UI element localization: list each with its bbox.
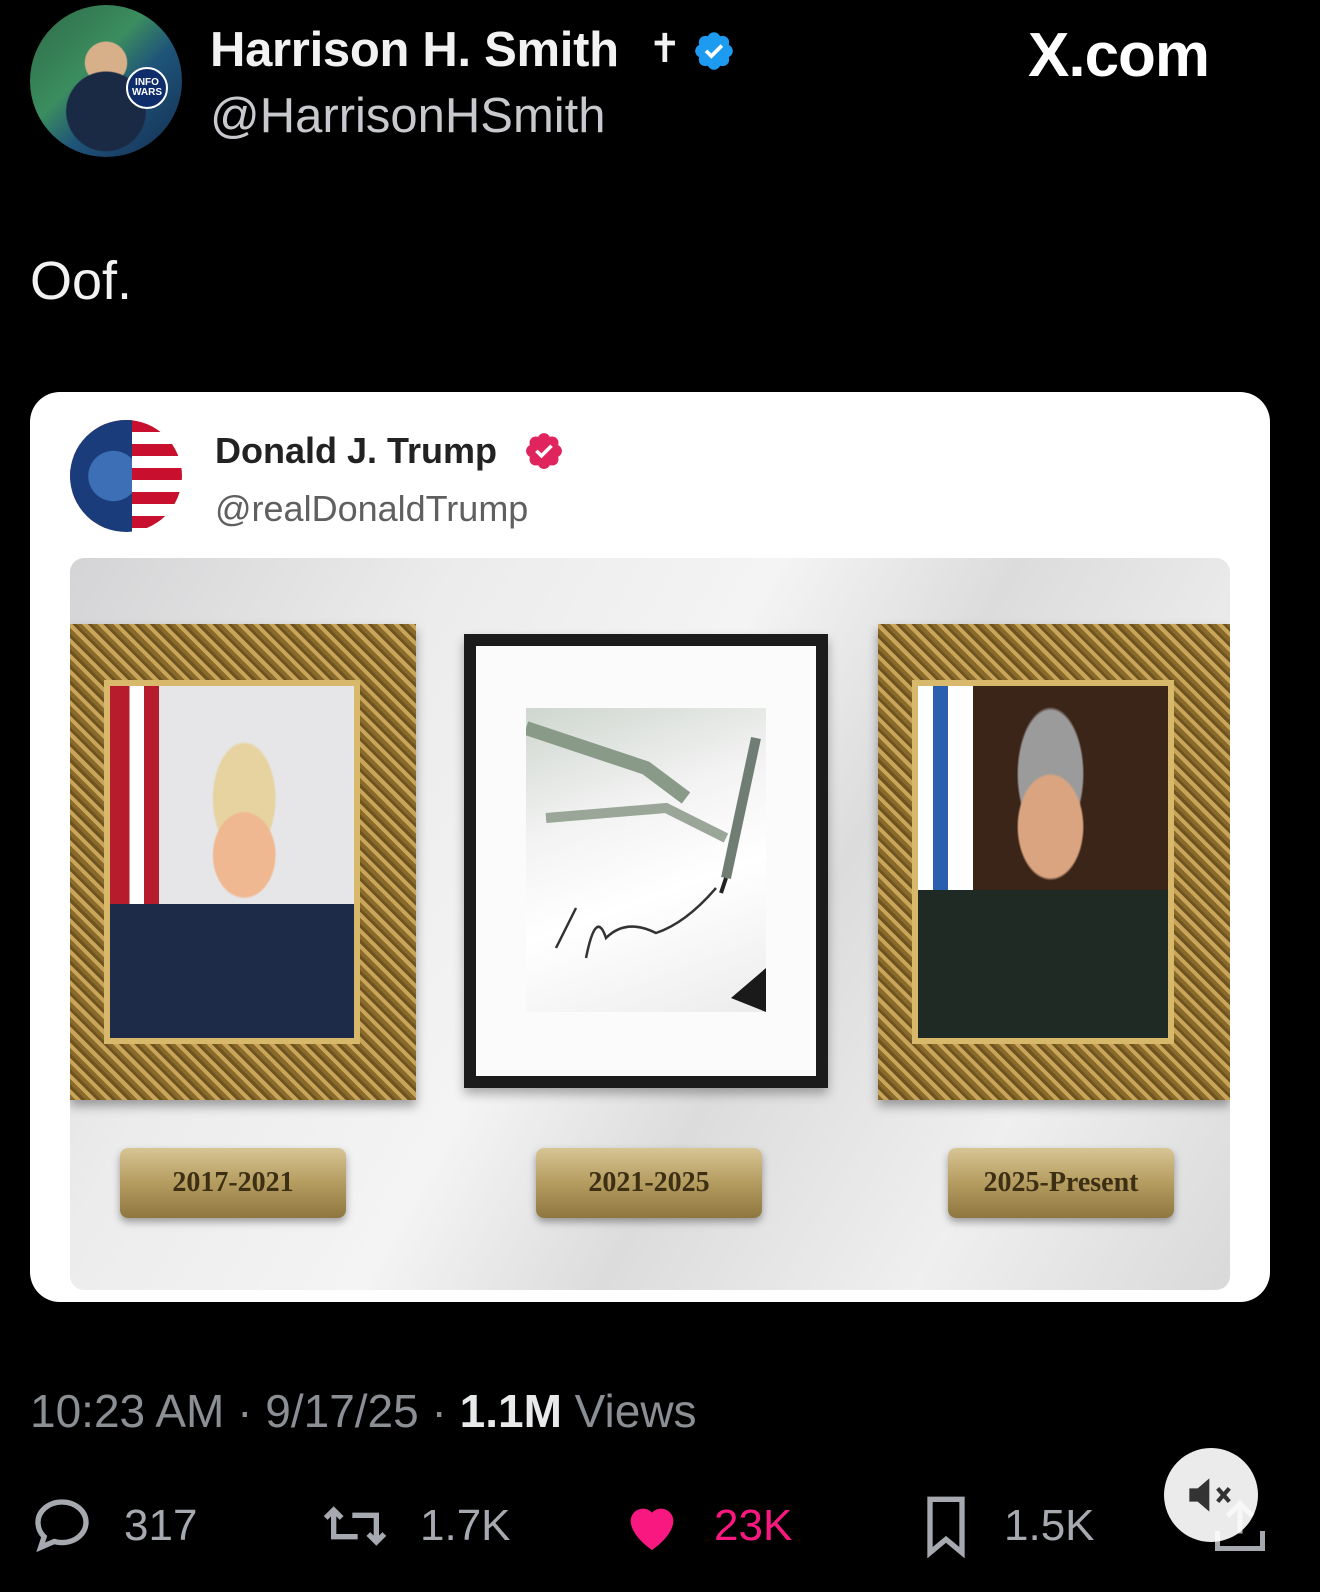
repost-icon bbox=[323, 1506, 387, 1546]
tweet-date[interactable]: 9/17/25 bbox=[265, 1385, 418, 1437]
verified-badge-icon bbox=[695, 32, 733, 70]
mute-button[interactable] bbox=[1164, 1448, 1258, 1542]
verified-badge-icon bbox=[526, 433, 562, 469]
author-display-name[interactable]: Harrison H. Smith bbox=[210, 22, 619, 78]
like-count: 23K bbox=[714, 1501, 793, 1550]
embedded-post-card[interactable]: Donald J. Trump @realDonaldTrump 2017-20… bbox=[30, 392, 1270, 1302]
bookmark-count: 1.5K bbox=[1004, 1501, 1095, 1550]
gold-frame-left bbox=[70, 624, 416, 1100]
plaque-left: 2017-2021 bbox=[120, 1148, 346, 1218]
bookmark-icon bbox=[927, 1496, 965, 1558]
meta-separator: · bbox=[237, 1385, 266, 1437]
repost-button[interactable]: 1.7K bbox=[320, 1494, 511, 1558]
gold-frame-right bbox=[878, 624, 1230, 1100]
heart-icon bbox=[630, 1508, 674, 1550]
post-image[interactable]: 2017-2021 2021-2025 2025-Present bbox=[70, 558, 1230, 1290]
views-count: 1.1M bbox=[459, 1385, 562, 1437]
site-watermark: X.com bbox=[1028, 21, 1210, 90]
meta-separator: · bbox=[431, 1385, 460, 1437]
embedded-author-name: Donald J. Trump bbox=[215, 430, 498, 471]
mute-icon bbox=[1189, 1478, 1231, 1512]
black-frame-middle bbox=[464, 634, 828, 1088]
embedded-author-handle: @realDonaldTrump bbox=[215, 488, 529, 529]
avatar-badge: INFO WARS bbox=[126, 67, 168, 109]
reply-count: 317 bbox=[124, 1501, 198, 1550]
embedded-author-avatar bbox=[70, 420, 182, 532]
name-symbol: ✝ bbox=[648, 27, 682, 71]
reply-button[interactable]: 317 bbox=[30, 1494, 197, 1558]
views-label: Views bbox=[574, 1385, 697, 1437]
reply-icon bbox=[35, 1499, 89, 1553]
plaque-right: 2025-Present bbox=[948, 1148, 1174, 1218]
repost-count: 1.7K bbox=[420, 1501, 511, 1550]
signature-print bbox=[526, 708, 766, 1012]
author-handle[interactable]: @HarrisonHSmith bbox=[210, 88, 606, 144]
autopen-drawing bbox=[526, 721, 766, 1012]
tweet-meta: 10:23 AM · 9/17/25 · 1.1M Views bbox=[30, 1384, 697, 1438]
tweet-text: Oof. bbox=[30, 251, 133, 311]
plaque-middle: 2021-2025 bbox=[536, 1148, 762, 1218]
author-avatar[interactable]: INFO WARS bbox=[30, 5, 182, 157]
tweet-time[interactable]: 10:23 AM bbox=[30, 1385, 224, 1437]
bookmark-button[interactable]: 1.5K bbox=[918, 1494, 1095, 1558]
portrait-right bbox=[918, 686, 1168, 1038]
like-button[interactable]: 23K bbox=[620, 1494, 792, 1558]
portrait-left bbox=[110, 686, 354, 1038]
